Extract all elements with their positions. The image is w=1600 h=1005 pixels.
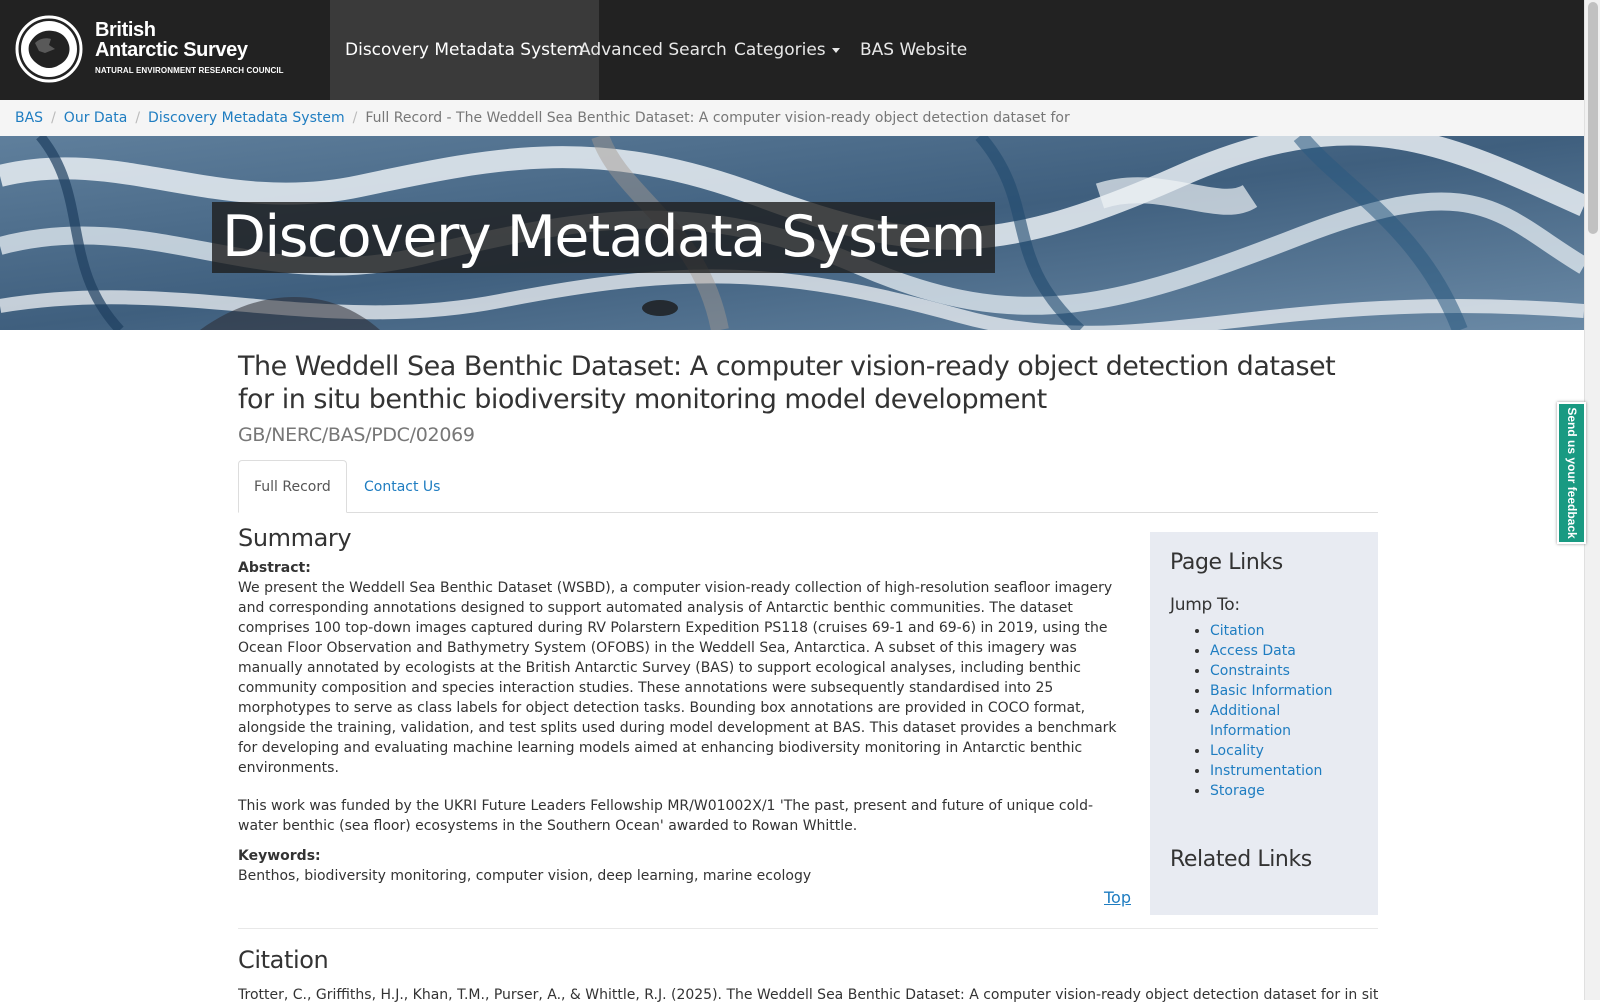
nav-categories-dropdown[interactable]: Categories	[719, 0, 855, 100]
antarctica-emblem-icon	[15, 15, 83, 83]
caret-down-icon	[831, 47, 840, 53]
feedback-button[interactable]: Send us your feedback	[1557, 402, 1586, 544]
page-links-panel: Page Links Jump To: Citation Access Data…	[1150, 532, 1378, 915]
feedback-label: Send us your feedback	[1564, 407, 1579, 539]
breadcrumb-discovery-metadata-system[interactable]: Discovery Metadata System	[148, 110, 345, 126]
summary-heading: Summary	[238, 524, 352, 552]
brand-tagline: NATURAL ENVIRONMENT RESEARCH COUNCIL	[95, 66, 284, 75]
breadcrumb-bas[interactable]: BAS	[15, 110, 43, 126]
page-links-list: Citation Access Data Constraints Basic I…	[1170, 621, 1358, 801]
breadcrumb-current: Full Record - The Weddell Sea Benthic Da…	[365, 110, 1070, 126]
top-navbar: British Antarctic Survey NATURAL ENVIRON…	[0, 0, 1584, 100]
list-item: Access Data	[1210, 641, 1358, 661]
citation-text: Trotter, C., Griffiths, H.J., Khan, T.M.…	[238, 987, 1378, 1003]
page-title: The Weddell Sea Benthic Dataset: A compu…	[238, 351, 1336, 415]
jump-link-access-data[interactable]: Access Data	[1210, 643, 1296, 659]
bas-logo[interactable]: British Antarctic Survey NATURAL ENVIRON…	[15, 15, 315, 83]
jump-link-storage[interactable]: Storage	[1210, 783, 1265, 799]
abstract-label: Abstract:	[238, 560, 311, 576]
keywords-value: Benthos, biodiversity monitoring, comput…	[238, 868, 812, 884]
jump-link-citation[interactable]: Citation	[1210, 623, 1265, 639]
abstract-text: We present the Weddell Sea Benthic Datas…	[238, 580, 1117, 776]
nav-bas-website[interactable]: BAS Website	[845, 0, 982, 100]
breadcrumb: BAS / Our Data / Discovery Metadata System / F…	[0, 100, 1584, 136]
list-item: Instrumentation	[1210, 761, 1358, 781]
nav-label: Discovery Metadata System	[345, 40, 584, 60]
breadcrumb-our-data[interactable]: Our Data	[64, 110, 128, 126]
jump-link-constraints[interactable]: Constraints	[1210, 663, 1290, 679]
record-tabs: Full Record Contact Us	[238, 460, 1378, 513]
list-item: Storage	[1210, 781, 1358, 801]
list-item: Constraints	[1210, 661, 1358, 681]
nav-advanced-search[interactable]: Advanced Search	[564, 0, 742, 100]
list-item: Locality	[1210, 741, 1358, 761]
summary-section: Summary Abstract: We present the Weddell…	[238, 524, 1130, 886]
jump-link-basic-information[interactable]: Basic Information	[1210, 683, 1333, 699]
back-to-top-link[interactable]: Top	[1104, 888, 1131, 907]
hero-title: Discovery Metadata System	[212, 202, 995, 273]
record-identifier: GB/NERC/BAS/PDC/02069	[238, 424, 475, 446]
tab-full-record[interactable]: Full Record	[238, 460, 347, 513]
nav-discovery-metadata-system[interactable]: Discovery Metadata System	[330, 0, 599, 100]
tab-contact-us[interactable]: Contact Us	[348, 460, 456, 513]
page-links-heading: Page Links	[1170, 550, 1283, 575]
related-links-heading: Related Links	[1170, 847, 1312, 872]
citation-heading: Citation	[238, 946, 329, 974]
nav-label: Categories	[734, 40, 826, 60]
scrollbar-thumb[interactable]	[1588, 2, 1598, 234]
hero-banner: Discovery Metadata System	[0, 136, 1584, 330]
funding-text: This work was funded by the UKRI Future …	[238, 798, 1094, 834]
nav-label: Advanced Search	[579, 40, 727, 60]
jump-link-locality[interactable]: Locality	[1210, 743, 1264, 759]
jump-to-label: Jump To:	[1170, 595, 1240, 615]
breadcrumb-separator: /	[135, 110, 141, 126]
page-scrollbar[interactable]	[1584, 0, 1600, 1000]
jump-link-additional-information[interactable]: Additional Information	[1210, 703, 1291, 739]
brand-name-line2: Antarctic Survey	[95, 39, 248, 61]
breadcrumb-separator: /	[352, 110, 358, 126]
section-divider	[238, 928, 1378, 929]
list-item: Basic Information	[1210, 681, 1358, 701]
list-item: Citation	[1210, 621, 1358, 641]
keywords-label: Keywords:	[238, 848, 321, 864]
list-item: Additional Information	[1210, 701, 1358, 741]
breadcrumb-separator: /	[51, 110, 56, 126]
nav-label: BAS Website	[860, 40, 968, 60]
jump-link-instrumentation[interactable]: Instrumentation	[1210, 763, 1322, 779]
